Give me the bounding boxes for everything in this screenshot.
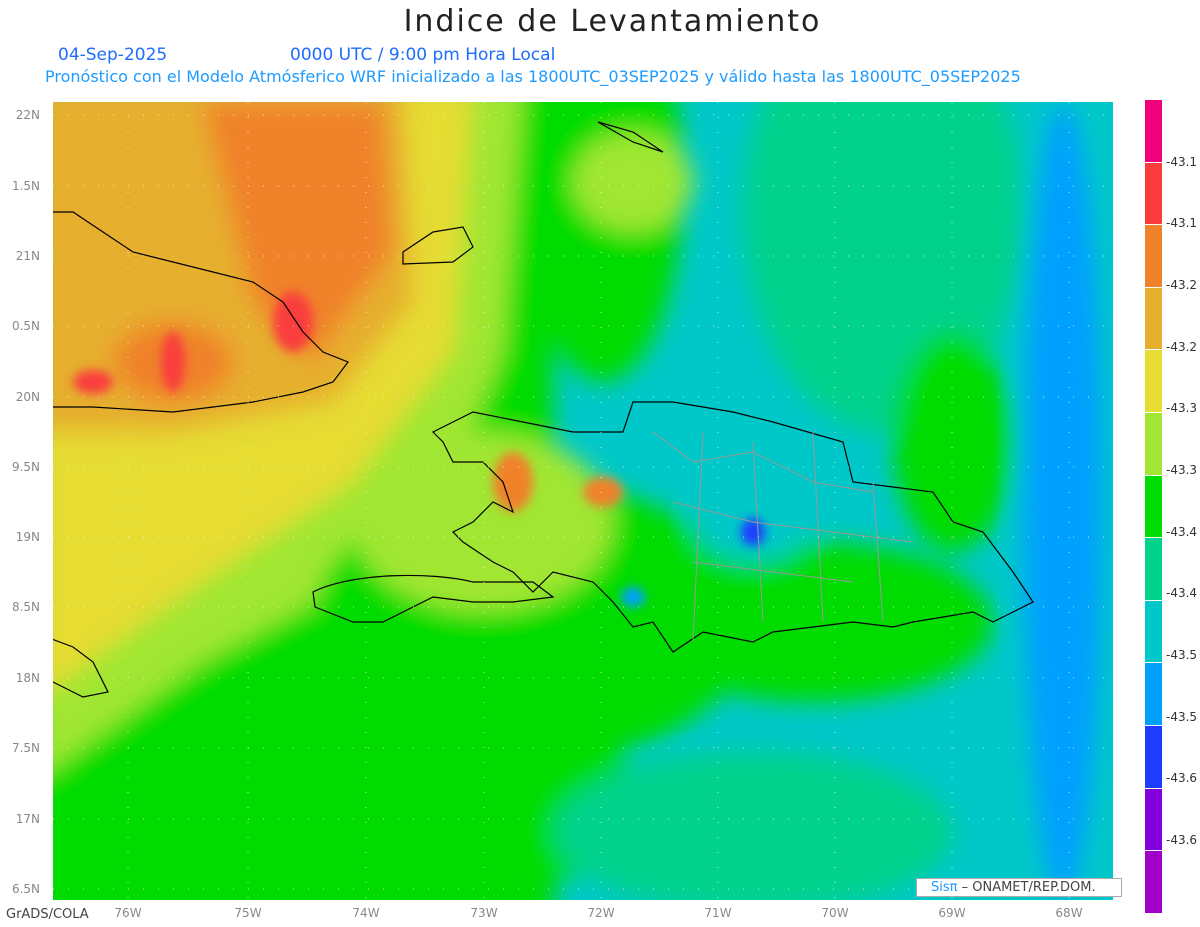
- colorbar-swatch: [1145, 600, 1162, 664]
- chart-title: Indice de Levantamiento: [403, 4, 822, 39]
- colorbar-label: -43.6: [1166, 833, 1198, 847]
- forecast-time: 0000 UTC / 9:00 pm Hora Local: [290, 45, 556, 65]
- colorbar-label: -43.1: [1166, 216, 1198, 230]
- grads-credit: GrADS/COLA: [6, 907, 89, 922]
- colorbar-swatch: [1145, 663, 1162, 726]
- lat-label: 7.5N: [11, 741, 40, 755]
- logo-sis: Sisπ: [931, 880, 958, 895]
- lat-label: 20N: [15, 390, 40, 404]
- colorbar-label: -43.2: [1166, 278, 1198, 292]
- lon-label: 71W: [704, 906, 732, 920]
- lat-label: 8.5N: [11, 600, 40, 614]
- colorbar-label: -43.3: [1166, 463, 1198, 477]
- forecast-subtitle: Pronóstico con el Modelo Atmósferico WRF…: [45, 67, 1021, 86]
- lat-label: 17N: [15, 812, 40, 826]
- lon-label: 72W: [587, 906, 615, 920]
- onamet-logo: Sisπ – ONAMET/REP.DOM.: [916, 878, 1122, 897]
- colorbar-swatch: [1145, 287, 1162, 351]
- lon-label: 68W: [1055, 906, 1083, 920]
- logo-text: – ONAMET/REP.DOM.: [957, 880, 1096, 895]
- colorbar-label: -43.4: [1166, 586, 1198, 600]
- forecast-date: 04-Sep-2025: [58, 45, 168, 65]
- colorbar-swatch: [1145, 538, 1162, 601]
- colorbar-swatch: [1145, 851, 1162, 914]
- colorbar-label: -43.3: [1166, 401, 1198, 415]
- lon-label: 69W: [938, 906, 966, 920]
- colorbar-label: -43.4: [1166, 525, 1198, 539]
- colorbar-swatch: [1145, 100, 1162, 163]
- colorbar-label: -43.6: [1166, 771, 1198, 785]
- lat-label: 19N: [15, 530, 40, 544]
- lat-label: 9.5N: [11, 460, 40, 474]
- colorbar-swatch: [1145, 788, 1162, 852]
- lat-label: 22N: [15, 108, 40, 122]
- colorbar-label: -43.1: [1166, 155, 1198, 169]
- lifted-index-map: [53, 102, 1113, 900]
- colorbar-swatch: [1145, 350, 1162, 413]
- lat-label: 6.5N: [11, 882, 40, 896]
- lon-label: 74W: [352, 906, 380, 920]
- lon-label: 73W: [470, 906, 498, 920]
- colorbar-label: -43.5: [1166, 710, 1198, 724]
- colorbar-label: -43.2: [1166, 340, 1198, 354]
- colorbar-swatch: [1145, 162, 1162, 226]
- colorbar: [1145, 100, 1162, 914]
- lat-label: 21N: [15, 249, 40, 263]
- lat-label: 0.5N: [11, 319, 40, 333]
- colorbar-swatch: [1145, 725, 1162, 789]
- colorbar-swatch: [1145, 225, 1162, 288]
- lon-label: 75W: [234, 906, 262, 920]
- lon-label: 76W: [114, 906, 142, 920]
- lat-label: 1.5N: [11, 179, 40, 193]
- colorbar-label: -43.5: [1166, 648, 1198, 662]
- colorbar-swatch: [1145, 475, 1162, 539]
- colorbar-swatch: [1145, 412, 1162, 476]
- lat-label: 18N: [15, 671, 40, 685]
- lon-label: 70W: [821, 906, 849, 920]
